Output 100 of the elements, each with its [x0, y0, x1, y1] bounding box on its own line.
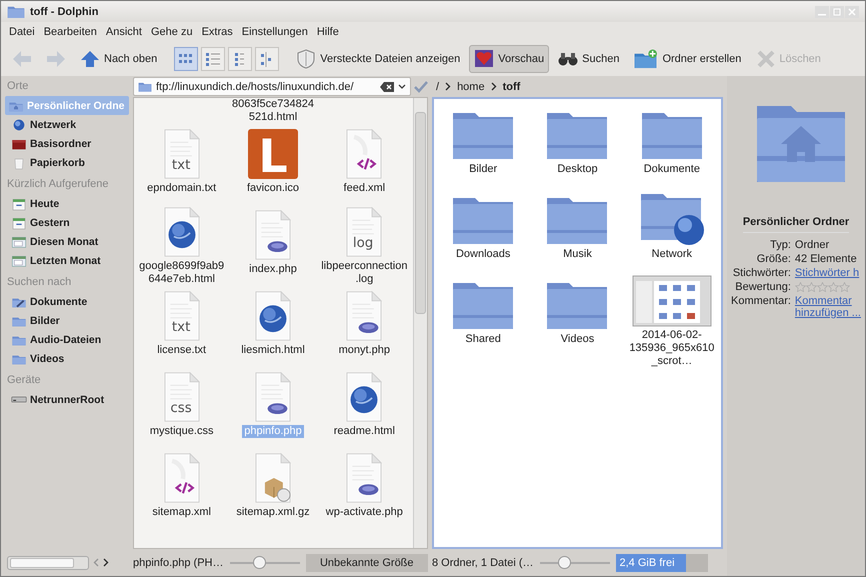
scrollbar-thumb[interactable] — [10, 558, 74, 568]
file-name[interactable]: readme.html — [332, 425, 397, 438]
slider-thumb[interactable] — [253, 556, 266, 569]
folder-plus-icon — [633, 49, 658, 69]
menu-item[interactable]: Einstellungen — [242, 26, 308, 38]
sidebar-item[interactable]: Netzwerk — [1, 115, 129, 134]
scrollbar-thumb[interactable] — [415, 112, 426, 314]
sidebar-item[interactable]: Videos — [1, 349, 129, 368]
search-button[interactable]: Suchen — [553, 45, 624, 73]
menu-item[interactable]: Hilfe — [316, 26, 339, 38]
sidebar-item[interactable]: Audio-Dateien — [1, 330, 129, 349]
file-name[interactable]: index.php — [247, 263, 299, 276]
star-icon — [838, 282, 850, 292]
file-name[interactable]: Dokumente — [642, 163, 702, 176]
arrow-up-icon — [80, 50, 100, 68]
arrow-left-icon — [12, 50, 32, 68]
file-name[interactable]: 2014-06-02-135936_965x610_scrot… — [624, 329, 719, 368]
checkmark-icon[interactable] — [414, 80, 428, 92]
field-label: Typ: — [769, 239, 791, 251]
sidebar-item[interactable]: Gestern — [1, 213, 129, 232]
file-name[interactable]: liesmich.html — [239, 344, 307, 357]
file-name[interactable]: favicon.ico — [245, 182, 301, 195]
view-mode-button[interactable] — [228, 47, 252, 71]
section-header: Kürzlich Aufgerufene — [6, 177, 110, 192]
star-icon — [816, 282, 828, 292]
file-name[interactable]: license.txt — [155, 344, 208, 357]
file-name[interactable]: feed.xml — [342, 182, 388, 195]
star-icon — [828, 282, 839, 292]
minimize-icon[interactable] — [815, 6, 829, 18]
menu-item[interactable]: Bearbeiten — [44, 26, 97, 38]
file-name[interactable]: mystique.css — [148, 425, 216, 438]
globe-icon — [11, 116, 27, 132]
file-name[interactable]: Downloads — [454, 248, 512, 261]
field-label: Kommentar: — [731, 295, 791, 309]
breadcrumb-item[interactable]: toff — [502, 80, 520, 92]
slider-thumb[interactable] — [558, 556, 572, 569]
file-name[interactable]: epndomain.txt — [145, 182, 218, 195]
file-name[interactable]: monyt.php — [336, 344, 392, 357]
file-name[interactable]: libpeerconnection.log — [318, 260, 410, 286]
file-name[interactable]: Bilder — [467, 163, 500, 176]
section-header: Geräte — [6, 373, 42, 388]
file-name[interactable]: Shared — [463, 333, 503, 346]
shield-icon — [296, 49, 316, 69]
folder-icon — [138, 80, 152, 92]
menu-item[interactable]: Datei — [9, 26, 35, 38]
sidebar-item[interactable]: NetrunnerRoot — [1, 390, 129, 409]
view-mode-button[interactable] — [174, 47, 198, 71]
field-value: 42 Elemente — [794, 253, 858, 265]
chevron-icon — [490, 82, 497, 91]
window-title: toff - Dolphin — [30, 6, 98, 18]
view-mode-button[interactable] — [201, 47, 226, 71]
file-name[interactable]: Videos — [558, 333, 596, 346]
location-field[interactable]: ftp://linuxundich.de/hosts/linuxundich.de/ — [133, 77, 411, 96]
file-name[interactable]: wp-activate.php — [324, 506, 405, 519]
drive-icon — [11, 396, 27, 403]
file-name[interactable]: Network — [650, 248, 694, 261]
sidebar-item[interactable]: Letzten Monat — [1, 251, 129, 270]
breadcrumb-item[interactable]: home — [457, 80, 485, 92]
close-icon[interactable] — [845, 6, 859, 18]
arrow-right-icon — [46, 50, 66, 68]
chevron-right-icon[interactable] — [103, 558, 109, 567]
section-header: Orte — [6, 80, 30, 94]
field-value: Ordner — [794, 239, 830, 251]
file-name[interactable]: sitemap.xml — [150, 506, 213, 519]
section-header: Suchen nach — [6, 275, 72, 290]
file-name[interactable]: sitemap.xml.gz — [234, 506, 312, 519]
sidebar-item[interactable]: Diesen Monat — [1, 232, 129, 251]
menu-item[interactable]: Extras — [202, 26, 233, 38]
chevron-icon — [445, 82, 452, 91]
status-text: phpinfo.php (PH… — [133, 556, 224, 568]
scrollbar[interactable] — [413, 98, 427, 548]
scrollbar[interactable] — [7, 556, 89, 570]
up-button[interactable]: Nach oben — [75, 45, 162, 73]
link[interactable]: Stichwörter h — [794, 267, 865, 279]
hidden-button[interactable]: Versteckte Dateien anzeigen — [291, 45, 466, 73]
field-label: Größe: — [756, 253, 791, 265]
dropdown-caret-icon[interactable] — [398, 84, 406, 90]
sidebar-item[interactable]: Dokumente — [1, 292, 129, 311]
maximize-icon[interactable] — [830, 6, 844, 18]
file-name[interactable]: Desktop — [555, 163, 600, 176]
file-name[interactable]: Musik — [561, 248, 594, 261]
menu-item[interactable]: Ansicht — [106, 26, 142, 38]
star-icon — [806, 282, 817, 292]
new-folder-button[interactable]: Ordner erstellen — [628, 45, 746, 73]
free-space-label: 2,4 GiB frei — [620, 556, 675, 568]
menu-item[interactable]: Gehe zu — [150, 26, 193, 38]
sidebar-item[interactable]: Bilder — [1, 311, 129, 330]
file-name[interactable]: 8063f5ce734824521d.html — [227, 98, 319, 124]
sidebar-item[interactable]: Heute — [1, 194, 129, 213]
file-name[interactable]: google8699f9ab9644e7eb.html — [136, 260, 228, 286]
sidebar-item[interactable]: Basisordner — [1, 134, 129, 153]
link[interactable]: Kommentar hinzufügen ... — [794, 295, 865, 319]
clear-icon[interactable] — [380, 82, 394, 92]
sidebar-item[interactable]: Papierkorb — [1, 153, 129, 172]
home-folder-icon — [755, 104, 847, 184]
preview-button[interactable]: Vorschau — [469, 45, 550, 73]
view-mode-button[interactable] — [255, 47, 280, 71]
breadcrumb-item[interactable]: / — [436, 80, 440, 92]
star-icon — [794, 282, 806, 292]
field-label: Stichwörter: — [732, 267, 791, 279]
